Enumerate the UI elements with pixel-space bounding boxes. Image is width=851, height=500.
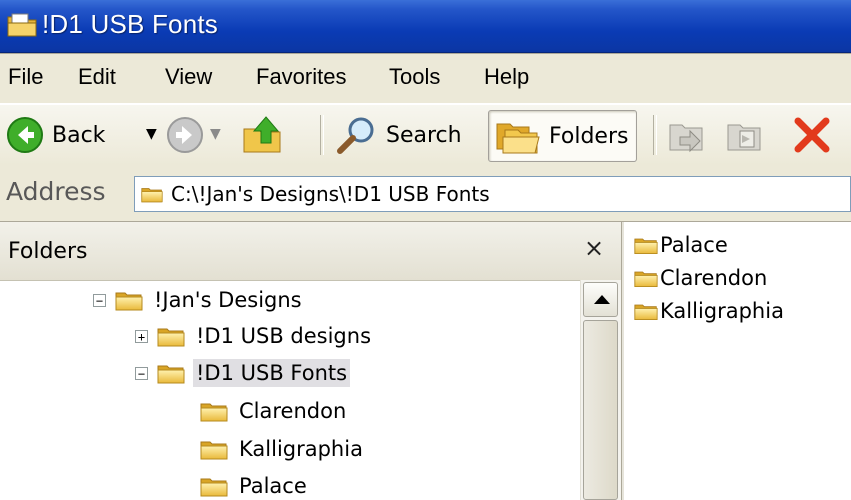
close-icon[interactable]: × [584,234,604,262]
forward-dropdown-icon[interactable]: ▼ [210,126,221,142]
menu-help[interactable]: Help [484,64,529,90]
folders-pane-title: Folders [8,239,88,264]
folder-tree: − !Jan's Designs + !D1 USB designs − !D1… [0,280,580,500]
search-icon [337,117,374,154]
folder-icon [200,438,228,460]
menu-favorites[interactable]: Favorites [256,64,346,90]
folder-window-icon [7,13,37,37]
toolbar-separator [320,115,324,155]
folder-icon [115,289,143,311]
expand-icon[interactable]: + [135,329,148,343]
address-bar: Address C:\!Jan's Designs\!D1 USB Fonts [0,165,851,222]
tree-node[interactable]: Kalligraphia [200,431,366,467]
tree-node-label: Palace [239,474,307,498]
contents-pane: Palace Clarendon Kalligraphia [622,222,851,500]
tree-node[interactable]: − !D1 USB Fonts [135,355,351,391]
menu-file[interactable]: File [8,64,43,90]
list-item-label: Palace [660,233,728,257]
back-arrow-icon [7,117,43,153]
folder-icon [200,400,228,422]
vertical-scrollbar[interactable] [580,280,621,500]
window-title: !D1 USB Fonts [42,9,218,39]
menu-bar: File Edit View Favorites Tools Help [0,53,851,104]
tree-node-label: !Jan's Designs [154,288,302,312]
folder-icon [634,235,658,255]
folder-icon [634,301,658,321]
folder-icon [157,325,185,347]
list-item-label: Kalligraphia [660,299,784,323]
scroll-up-button[interactable] [583,282,618,317]
tree-node-label: !D1 USB designs [196,324,372,348]
tree-node-label-selected: !D1 USB Fonts [193,359,351,387]
copy-to-icon [727,124,761,151]
scroll-thumb[interactable] [583,320,618,500]
search-label: Search [386,122,462,148]
forward-button[interactable] [166,110,204,160]
folders-label: Folders [549,123,629,149]
tree-node[interactable]: Clarendon [200,393,349,429]
copy-to-button[interactable] [724,110,764,160]
folder-icon [634,268,658,288]
tree-node-label: Kalligraphia [239,437,363,461]
list-item[interactable]: Kalligraphia [634,294,784,328]
folders-button[interactable]: Folders [488,110,638,162]
up-button[interactable] [240,110,284,160]
tree-node-label: Clarendon [239,399,347,423]
tree-node[interactable]: + !D1 USB designs [135,318,374,354]
menu-tools[interactable]: Tools [389,64,440,90]
menu-edit[interactable]: Edit [78,64,116,90]
back-button[interactable]: Back [6,110,105,160]
folders-icon [496,123,540,154]
folder-icon [141,185,163,203]
collapse-icon[interactable]: − [93,293,106,307]
search-button[interactable]: Search [334,110,462,160]
open-folder-icon [157,362,185,384]
list-item[interactable]: Palace [634,228,728,262]
folders-pane: Folders × − !Jan's Designs + !D1 USB des… [0,222,622,500]
title-bar: !D1 USB Fonts [0,0,851,53]
list-item-label: Clarendon [660,266,768,290]
forward-arrow-icon [167,117,203,153]
up-folder-icon [243,116,281,153]
folder-icon [200,475,228,497]
address-value: C:\!Jan's Designs\!D1 USB Fonts [171,182,490,206]
list-item[interactable]: Clarendon [634,261,767,295]
collapse-icon[interactable]: − [135,366,148,380]
move-to-icon [669,124,703,153]
address-input[interactable]: C:\!Jan's Designs\!D1 USB Fonts [134,176,851,212]
delete-button[interactable] [790,110,834,160]
back-label: Back [52,122,106,148]
move-to-button[interactable] [666,110,706,160]
toolbar-separator [653,115,657,155]
menu-view[interactable]: View [165,64,212,90]
back-dropdown-icon[interactable]: ▼ [146,126,157,142]
tree-node[interactable]: Palace [200,468,310,500]
folders-pane-header: Folders × [0,222,621,281]
toolbar: Back ▼ ▼ Search Folders [0,104,851,166]
tree-node[interactable]: − !Jan's Designs [93,282,305,318]
delete-icon [794,117,830,153]
address-label: Address [6,177,106,206]
